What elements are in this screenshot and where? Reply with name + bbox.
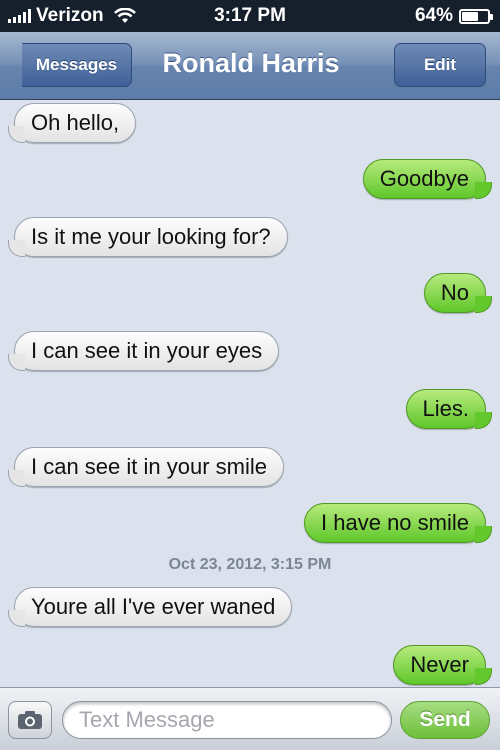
message-timestamp: Oct 23, 2012, 3:15 PM — [168, 556, 332, 573]
nav-bar: Messages Ronald Harris Edit — [0, 32, 500, 100]
camera-button[interactable] — [8, 701, 52, 739]
incoming-message[interactable]: Oh hello, — [7, 103, 137, 143]
battery-icon — [459, 8, 493, 24]
outgoing-message[interactable]: Goodbye — [362, 159, 493, 199]
status-bar: Verizon 3:17 PM 64% — [0, 0, 500, 32]
incoming-message[interactable]: Is it me your looking for? — [8, 217, 288, 257]
incoming-message[interactable]: I can see it in your eyes — [7, 331, 280, 371]
message-thread[interactable]: Oh hello, Goodbye Is it me your looking … — [0, 101, 500, 687]
incoming-message[interactable]: I can see it in your smile — [8, 447, 284, 487]
outgoing-message[interactable]: Never — [393, 645, 492, 685]
battery-group: 64% — [414, 5, 493, 27]
outgoing-message[interactable]: Lies. — [405, 389, 493, 429]
send-button[interactable]: Send — [400, 701, 490, 739]
message-input[interactable] — [62, 701, 392, 739]
incoming-message[interactable]: Youre all I've ever waned — [7, 587, 293, 627]
compose-bar: Send — [0, 687, 500, 750]
battery-percent: 64% — [414, 5, 453, 26]
outgoing-message[interactable]: I have no smile — [304, 503, 492, 543]
edit-button[interactable]: Edit — [394, 43, 486, 87]
camera-icon — [18, 711, 42, 729]
outgoing-message[interactable]: No — [423, 273, 493, 313]
back-button-label: Messages — [35, 55, 118, 74]
